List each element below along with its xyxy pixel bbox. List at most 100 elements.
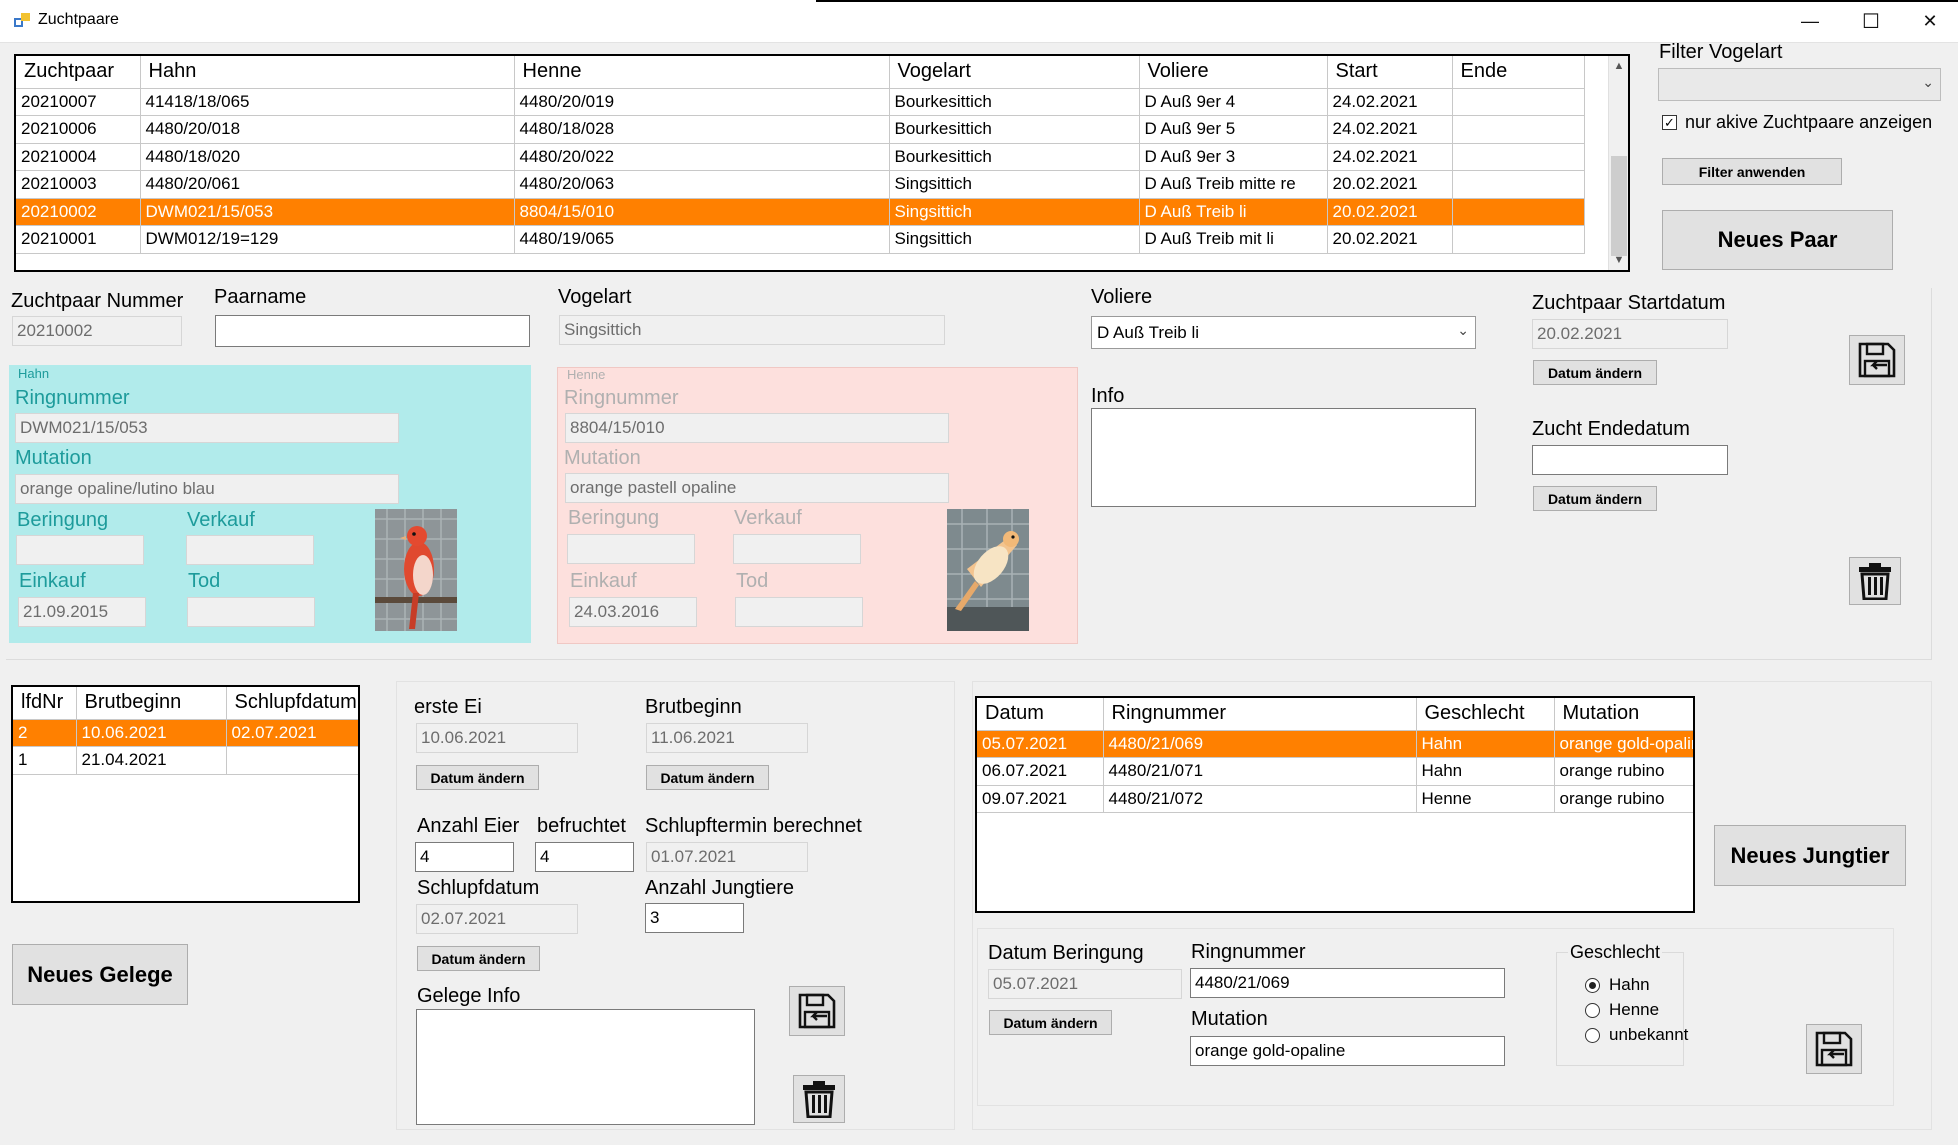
pairs-grid-column-header[interactable]: Vogelart (889, 56, 1140, 89)
ringing-date-change-button[interactable]: Datum ändern (989, 1010, 1112, 1035)
young-grid-cell[interactable]: orange rubino (1554, 757, 1693, 786)
pairs-grid-cell[interactable]: D Auß Treib mit li (1139, 225, 1328, 254)
end-date-change-button[interactable]: Datum ändern (1533, 486, 1657, 511)
pairs-grid-cell[interactable]: 20210002 (16, 198, 141, 226)
young-grid-cell[interactable]: orange gold-opaline (1554, 730, 1693, 758)
pairs-grid-row[interactable]: 20210002 DWM021/15/053 8804/15/010 Singsitt… (16, 198, 1585, 226)
pairs-grid-cell[interactable] (1452, 143, 1585, 171)
pairs-grid-cell[interactable]: 4480/20/063 (514, 170, 890, 199)
pairs-grid-cell[interactable]: Bourkesittich (889, 143, 1140, 171)
first-egg-field[interactable]: 10.06.2021 (416, 723, 578, 753)
pairs-grid-cell[interactable]: 20210001 (16, 225, 141, 254)
young-grid-column-header[interactable]: Geschlecht (1416, 698, 1555, 731)
clutch-grid-cell[interactable]: 21.04.2021 (76, 746, 227, 775)
young-grid-column-header[interactable]: Ringnummer (1103, 698, 1417, 731)
young-grid-row[interactable]: 06.07.2021 4480/21/071 Hahn orange rubino (977, 757, 1693, 786)
new-clutch-button[interactable]: Neues Gelege (12, 944, 188, 1005)
pairs-grid-cell[interactable]: 20.02.2021 (1327, 198, 1453, 226)
young-grid-cell[interactable]: Hahn (1416, 757, 1555, 786)
pairs-grid-cell[interactable]: 24.02.2021 (1327, 88, 1453, 116)
young-grid-cell[interactable]: Henne (1416, 785, 1555, 813)
pairs-grid-cell[interactable]: DWM012/19=129 (140, 225, 515, 254)
pairs-grid-cell[interactable] (1452, 88, 1585, 116)
clutch-grid[interactable]: lfdNr Brutbeginn Schlupfdatum 2 10.06.2021 0… (11, 685, 360, 903)
clutch-grid-cell[interactable] (226, 746, 358, 775)
pair-number-field[interactable]: 20210002 (12, 316, 182, 346)
delete-clutch-button[interactable] (793, 1075, 845, 1123)
young-mutation-field[interactable]: orange gold-opaline (1190, 1036, 1505, 1066)
pairs-grid-row[interactable]: 20210003 4480/20/061 4480/20/063 Singsittic… (16, 170, 1585, 199)
pairs-grid-cell[interactable]: D Auß 9er 3 (1139, 143, 1328, 171)
henne-tod-field[interactable] (735, 597, 863, 627)
clutch-grid-row[interactable]: 2 10.06.2021 02.07.2021 (13, 719, 358, 747)
start-date-change-button[interactable]: Datum ändern (1533, 360, 1657, 385)
pairs-grid-cell[interactable]: 41418/18/065 (140, 88, 515, 116)
pairs-grid-cell[interactable]: 24.02.2021 (1327, 143, 1453, 171)
young-grid[interactable]: Datum Ringnummer Geschlecht Mutation 05.07.… (975, 696, 1695, 913)
pairs-grid-cell[interactable]: 20210007 (16, 88, 141, 116)
delete-pair-button[interactable] (1849, 557, 1901, 605)
pairs-grid-row[interactable]: 20210004 4480/18/020 4480/20/022 Bourkesitt… (16, 143, 1585, 171)
pairs-grid-cell[interactable]: 4480/20/018 (140, 115, 515, 144)
young-grid-cell[interactable]: 4480/21/072 (1103, 785, 1417, 813)
end-date-field[interactable] (1532, 445, 1728, 475)
pairs-grid-cell[interactable]: 4480/18/020 (140, 143, 515, 171)
start-date-field[interactable]: 20.02.2021 (1532, 319, 1728, 349)
minimize-button[interactable]: — (1781, 0, 1839, 43)
scrollbar-thumb[interactable] (1611, 156, 1627, 256)
clutch-grid-column-header[interactable]: Schlupfdatum (226, 687, 358, 720)
pairs-grid-cell[interactable]: D Auß Treib li (1139, 198, 1328, 226)
pairs-grid-cell[interactable]: Singsittich (889, 198, 1140, 226)
pairs-grid-scrollbar[interactable]: ▲ ▼ (1608, 56, 1628, 270)
pairs-grid-cell[interactable]: D Auß 9er 5 (1139, 115, 1328, 144)
young-grid-cell[interactable]: 06.07.2021 (977, 757, 1104, 786)
hahn-mutation-field[interactable]: orange opaline/lutino blau (15, 474, 399, 504)
henne-verkauf-field[interactable] (733, 534, 861, 564)
young-grid-row[interactable]: 05.07.2021 4480/21/069 Hahn orange gold-opa… (977, 730, 1693, 758)
pairs-grid-cell[interactable]: Singsittich (889, 170, 1140, 199)
young-ring-field[interactable]: 4480/21/069 (1190, 968, 1505, 998)
pairs-grid-cell[interactable]: 4480/18/028 (514, 115, 890, 144)
save-young-button[interactable] (1806, 1024, 1862, 1074)
pairs-grid-cell[interactable]: 4480/20/022 (514, 143, 890, 171)
aviary-select[interactable]: D Auß Treib li ⌄ (1091, 316, 1476, 349)
pairs-grid-column-header[interactable]: Voliere (1139, 56, 1328, 89)
pairs-grid-column-header[interactable]: Hahn (140, 56, 515, 89)
hahn-einkauf-field[interactable]: 21.09.2015 (18, 597, 146, 627)
hahn-tod-field[interactable] (187, 597, 315, 627)
pairs-grid-cell[interactable]: Bourkesittich (889, 115, 1140, 144)
egg-count-field[interactable]: 4 (415, 842, 514, 872)
clutch-info-textarea[interactable] (416, 1009, 755, 1125)
hatch-date-change-button[interactable]: Datum ändern (417, 946, 540, 971)
pairs-grid-cell[interactable]: Singsittich (889, 225, 1140, 254)
clutch-grid-column-header[interactable]: Brutbeginn (76, 687, 227, 720)
hahn-beringung-field[interactable] (16, 535, 144, 565)
clutch-grid-row[interactable]: 1 21.04.2021 (13, 746, 358, 775)
clutch-grid-column-header[interactable]: lfdNr (13, 687, 77, 720)
save-pair-button[interactable] (1849, 335, 1905, 385)
pairs-grid-cell[interactable]: 20.02.2021 (1327, 225, 1453, 254)
pairs-grid-cell[interactable]: 20.02.2021 (1327, 170, 1453, 199)
young-grid-column-header[interactable]: Mutation (1554, 698, 1693, 731)
hahn-verkauf-field[interactable] (186, 535, 314, 565)
pairs-grid-cell[interactable]: 4480/20/019 (514, 88, 890, 116)
info-textarea[interactable] (1091, 408, 1476, 507)
henne-ring-field[interactable]: 8804/15/010 (565, 413, 949, 443)
only-active-checkbox[interactable]: ✓ (1662, 115, 1677, 130)
clutch-grid-cell[interactable]: 10.06.2021 (76, 719, 227, 747)
fertilized-field[interactable]: 4 (535, 842, 634, 872)
pairs-grid-cell[interactable] (1452, 170, 1585, 199)
pairs-grid-cell[interactable]: Bourkesittich (889, 88, 1140, 116)
young-grid-cell[interactable]: orange rubino (1554, 785, 1693, 813)
ringing-date-field[interactable]: 05.07.2021 (988, 969, 1182, 999)
new-young-button[interactable]: Neues Jungtier (1714, 825, 1906, 886)
young-grid-cell[interactable]: 05.07.2021 (977, 730, 1104, 758)
pairs-grid-column-header[interactable]: Henne (514, 56, 890, 89)
henne-beringung-field[interactable] (567, 534, 695, 564)
save-clutch-button[interactable] (789, 986, 845, 1036)
pairs-grid-cell[interactable]: 4480/20/061 (140, 170, 515, 199)
hatch-calc-field[interactable]: 01.07.2021 (646, 842, 808, 872)
scroll-down-icon[interactable]: ▼ (1609, 250, 1628, 270)
pairs-grid-cell[interactable]: D Auß Treib mitte re (1139, 170, 1328, 199)
scroll-up-icon[interactable]: ▲ (1609, 56, 1628, 76)
